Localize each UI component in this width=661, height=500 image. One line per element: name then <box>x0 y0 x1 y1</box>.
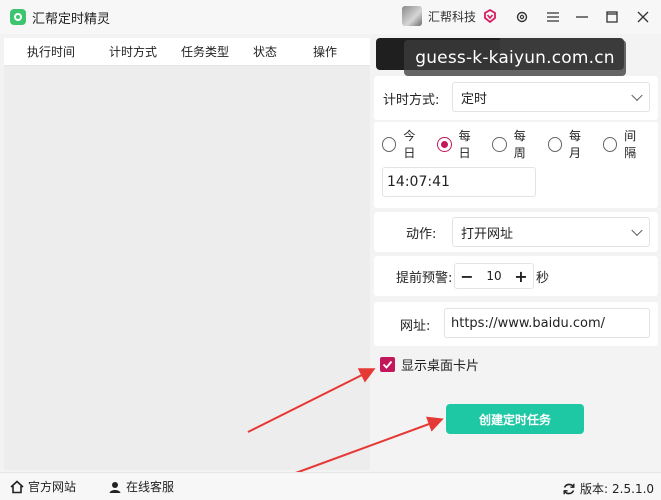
user-name: 汇帮科技 <box>428 9 477 24</box>
url-input[interactable]: https://www.baidu.com/ <box>444 308 650 338</box>
check-icon <box>382 360 393 369</box>
action-value: 打开网址 <box>461 226 514 242</box>
chevron-down-icon <box>631 89 643 102</box>
radio-daily[interactable]: 每日 <box>437 127 481 161</box>
create-task-button[interactable]: 创建定时任务 <box>446 404 584 434</box>
menu-icon <box>547 12 559 22</box>
radio-circle <box>382 136 397 152</box>
radio-circle <box>547 136 562 152</box>
decrement-button[interactable]: − <box>455 264 479 288</box>
checkbox-checked <box>380 357 395 372</box>
menu-button[interactable] <box>541 6 565 28</box>
official-website-link[interactable]: 官方网站 <box>10 478 76 495</box>
radio-circle <box>437 136 452 152</box>
column-header-task-type[interactable]: 任务类型 <box>168 43 242 60</box>
close-button[interactable] <box>631 6 655 28</box>
maximize-icon <box>606 11 618 23</box>
frequency-radio-group: 今日 每日 每周 每月 间隔 <box>382 122 658 166</box>
home-icon <box>10 479 24 493</box>
radio-circle <box>492 136 507 152</box>
task-form-panel: 计时方式: 定时 今日 每日 每周 每月 间隔 14:07:41 动作: 打开网… <box>372 34 661 470</box>
minimize-button[interactable] <box>570 6 594 28</box>
app-title: 汇帮定时精灵 <box>32 11 111 27</box>
online-support-link[interactable]: 在线客服 <box>108 478 174 495</box>
column-header-timer-mode[interactable]: 计时方式 <box>98 43 168 60</box>
radio-today[interactable]: 今日 <box>382 127 426 161</box>
refresh-icon <box>563 483 575 494</box>
version-value: 2.5.1.0 <box>612 481 655 496</box>
status-bar: 官方网站 在线客服 版本: 2.5.1.0 <box>0 472 661 500</box>
app-logo-icon <box>10 9 26 25</box>
avatar[interactable] <box>402 6 422 26</box>
radio-circle <box>602 136 618 152</box>
url-row: 网址: https://www.baidu.com/ <box>374 302 658 346</box>
timer-mode-select[interactable]: 定时 <box>452 82 650 112</box>
watermark: guess-k-kaiyun.com.cn <box>404 40 626 76</box>
show-card-checkbox[interactable]: 显示桌面卡片 <box>380 355 479 374</box>
action-select[interactable]: 打开网址 <box>452 217 650 247</box>
advance-warning-value[interactable]: 10 <box>479 269 509 283</box>
radio-interval[interactable]: 间隔 <box>602 127 647 161</box>
increment-button[interactable]: + <box>509 264 533 288</box>
chevron-down-icon <box>631 224 643 237</box>
radio-label: 今日 <box>403 129 416 160</box>
radio-weekly[interactable]: 每周 <box>492 127 536 161</box>
minimize-icon <box>576 16 588 18</box>
column-header-status[interactable]: 状态 <box>242 43 288 60</box>
vip-diamond-icon <box>484 8 496 24</box>
action-label: 动作: <box>406 227 437 242</box>
column-header-exec-time[interactable]: 执行时间 <box>4 43 98 60</box>
timer-mode-value: 定时 <box>461 91 488 107</box>
advance-warning-row: 提前预警: − 10 + 秒 <box>374 256 658 296</box>
customer-service-icon <box>109 481 121 493</box>
maximize-button[interactable] <box>600 6 624 28</box>
advance-warning-unit: 秒 <box>536 271 550 286</box>
radio-label: 每日 <box>458 129 471 160</box>
url-label: 网址: <box>400 319 431 334</box>
timer-mode-label: 计时方式: <box>383 93 440 108</box>
version-info[interactable]: 版本: 2.5.1.0 <box>562 480 654 497</box>
close-icon <box>637 11 649 23</box>
gear-icon <box>516 11 528 23</box>
online-support-label: 在线客服 <box>126 480 175 494</box>
user-area[interactable]: 汇帮科技 <box>402 6 498 26</box>
official-website-label: 官方网站 <box>28 480 77 494</box>
show-card-label: 显示桌面卡片 <box>401 359 480 374</box>
radio-monthly[interactable]: 每月 <box>547 127 592 161</box>
advance-warning-label: 提前预警: <box>396 271 453 286</box>
table-header: 执行时间 计时方式 任务类型 状态 操作 <box>4 38 370 66</box>
radio-label: 间隔 <box>624 129 637 160</box>
timer-mode-row: 计时方式: 定时 <box>374 76 658 120</box>
advance-warning-stepper[interactable]: − 10 + <box>454 263 534 289</box>
task-table: 执行时间 计时方式 任务类型 状态 操作 <box>4 38 370 470</box>
radio-label: 每周 <box>513 129 526 160</box>
action-row: 动作: 打开网址 <box>374 212 658 252</box>
time-input[interactable]: 14:07:41 <box>382 167 536 197</box>
title-bar: 汇帮定时精灵 汇帮科技 <box>0 0 661 34</box>
version-label: 版本: <box>580 482 609 496</box>
settings-button[interactable] <box>510 6 534 28</box>
column-header-actions[interactable]: 操作 <box>288 43 362 60</box>
radio-label: 每月 <box>568 129 581 160</box>
